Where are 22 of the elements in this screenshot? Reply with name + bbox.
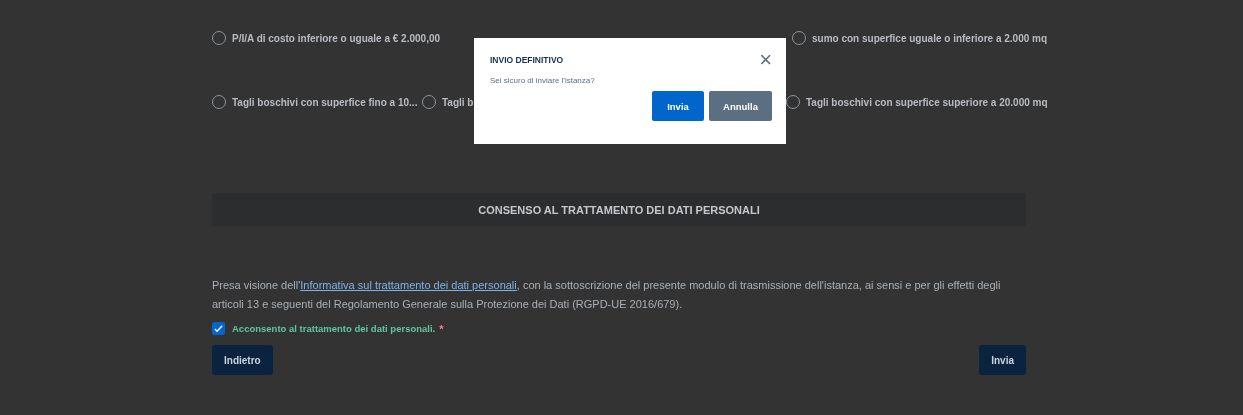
radio-option[interactable]: P/I/A di costo inferiore o uguale a € 2.000,00 — [212, 31, 441, 45]
back-button[interactable]: Indietro — [212, 345, 273, 375]
required-mark: * — [439, 322, 444, 335]
option-label: sumo con superfice uguale o inferiore a 2.000 mq — [812, 32, 1048, 44]
dialog-title: INVIO DEFINITIVO — [490, 55, 564, 65]
radio-option[interactable]: sumo con superfice uguale o inferiore a 2.000 mq — [792, 31, 1048, 45]
radio-option[interactable]: Tagli boschivi con superfice fino a 10... — [212, 95, 418, 109]
option-label: P/I/A di costo inferiore o uguale a € 2.000,00 — [232, 32, 441, 44]
submit-button[interactable]: Invia — [979, 345, 1026, 375]
close-button[interactable]: × — [759, 50, 772, 70]
dialog-message: Sei sicuro di inviare l'istanza? — [490, 76, 596, 85]
radio-option[interactable]: Tagli b — [422, 95, 476, 109]
option-label: Tagli boschivi con superfice superiore a 20.000 mq — [806, 96, 1048, 108]
privacy-link[interactable]: Informativa sul trattamento dei dati personali — [300, 279, 517, 291]
option-label: Tagli boschivi con superfice fino a 10... — [232, 96, 418, 108]
checkbox-label: Acconsento al trattamento dei dati personali. — [232, 323, 436, 334]
option-label: Tagli b — [442, 96, 475, 108]
checkbox[interactable] — [212, 322, 225, 335]
cancel-button[interactable]: Annulla — [709, 91, 772, 121]
section-header: CONSENSO AL TRATTAMENTO DEI DATI PERSONALI — [212, 193, 1026, 226]
confirm-button[interactable]: Invia — [652, 91, 704, 121]
consent-paragraph: Presa visione dell'Informativa sul trattamento dei dati personali, con la sottoscrizione del presente modulo di trasmissione dell'istanza, ai sensi e per gli effetti degli articoli 13 e seguenti del Regolamento Generale sulla Protezione dei Dati (RGPD-UE 2016/679). — [212, 278, 1002, 312]
